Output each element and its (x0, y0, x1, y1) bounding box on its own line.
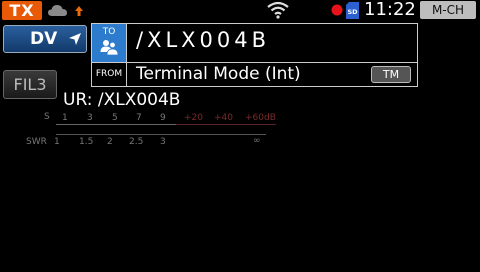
memory-channel-button[interactable]: M-CH (420, 1, 476, 19)
to-callsign: /XLX004B (136, 28, 271, 52)
wifi-icon (267, 1, 289, 19)
swr-meter-scale (56, 134, 266, 135)
sd-card-icon: SD (346, 2, 359, 19)
s-meter-over-scale (176, 124, 276, 125)
terminal-mode-button[interactable]: TM (371, 66, 411, 83)
swr-tick: 1 (54, 137, 60, 147)
swr-meter-label: SWR (26, 137, 47, 147)
swr-tick: 1.5 (79, 137, 94, 147)
s-tick: 5 (112, 113, 118, 123)
filter-button[interactable]: FIL3 (3, 70, 57, 99)
s-meter-label: S (44, 112, 50, 122)
s-meter-scale (56, 124, 176, 125)
s-tick-over: +60dB (245, 113, 276, 123)
to-button[interactable]: TO (92, 24, 127, 62)
s-tick: 1 (62, 113, 68, 123)
clock: 11:22 (364, 0, 416, 20)
tx-badge: TX (2, 1, 42, 20)
mode-label: DV (30, 29, 58, 49)
swr-tick: 3 (160, 137, 166, 147)
swr-tick: ∞ (253, 136, 261, 146)
swr-tick: 2 (107, 137, 113, 147)
navigation-arrow-icon (69, 33, 81, 45)
ur-callsign: UR: /XLX004B (63, 90, 181, 110)
s-tick: 7 (136, 113, 142, 123)
s-tick-over: +20 (184, 113, 203, 123)
s-tick: 9 (160, 113, 166, 123)
from-label: FROM (92, 63, 127, 86)
svg-text:SD: SD (347, 8, 358, 16)
call-sign-panel: TO /XLX004B FROM Terminal Mode (Int) TM (91, 23, 418, 87)
s-tick: 3 (87, 113, 93, 123)
to-label: TO (102, 27, 116, 37)
cloud-icon (48, 5, 67, 16)
swr-tick: 2.5 (129, 137, 144, 147)
contacts-icon (100, 40, 118, 56)
record-icon (331, 4, 343, 16)
upload-arrow-icon (75, 6, 83, 16)
from-callsign: Terminal Mode (Int) (136, 64, 301, 84)
s-tick-over: +40 (214, 113, 233, 123)
mode-dv-button[interactable]: DV (3, 25, 87, 53)
